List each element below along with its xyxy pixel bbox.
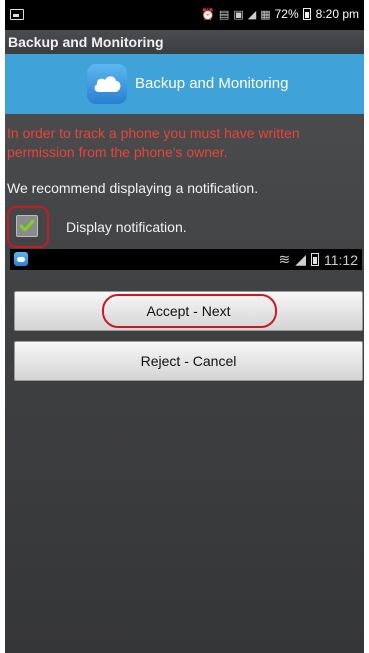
cloud-app-icon [14,252,28,266]
cloud-icon [87,64,127,104]
battery-icon [302,8,311,20]
phone-screen: ⏰ ▤ ▣ ◢ ▦ 72% 8:20 pm Backup and Monitor… [5,0,364,653]
app-banner: Backup and Monitoring [5,54,364,114]
display-notification-checkbox[interactable] [16,215,38,237]
status-bar: ⏰ ▤ ▣ ◢ ▦ 72% 8:20 pm [5,0,364,30]
status-icons: ⏰ ▤ ▣ ◢ ▦ 72% 8:20 pm [201,7,359,21]
signal-bars-icon: ◢ [295,251,306,267]
sim-icon: ▦ [260,7,271,21]
recommendation-text: We recommend displaying a notification. [7,180,259,196]
status-time: 8:20 pm [315,7,359,21]
notification-preview-bar: ≋ ◢ 11:12 [10,249,362,270]
accept-highlight-ring [102,294,277,328]
banner-title: Backup and Monitoring [135,75,289,92]
reject-cancel-button[interactable]: Reject - Cancel [14,341,363,381]
permission-warning: In order to track a phone you must have … [7,125,300,160]
cast-icon: ▣ [233,7,244,21]
wifi-icon: ≋ [278,251,291,267]
display-notification-label[interactable]: Display notification. [66,219,187,235]
checkmark-icon [19,219,35,232]
preview-status-icons: ≋ ◢ 11:12 [278,251,358,268]
alarm-icon: ⏰ [201,7,215,21]
battery-icon [311,253,319,266]
preview-time: 11:12 [324,251,358,268]
nfc-icon: ▤ [218,7,230,21]
signal-icon: ◢ [247,7,257,21]
gallery-notification-icon [10,9,24,20]
window-title: Backup and Monitoring [5,30,364,54]
battery-percent: 72% [274,7,299,21]
